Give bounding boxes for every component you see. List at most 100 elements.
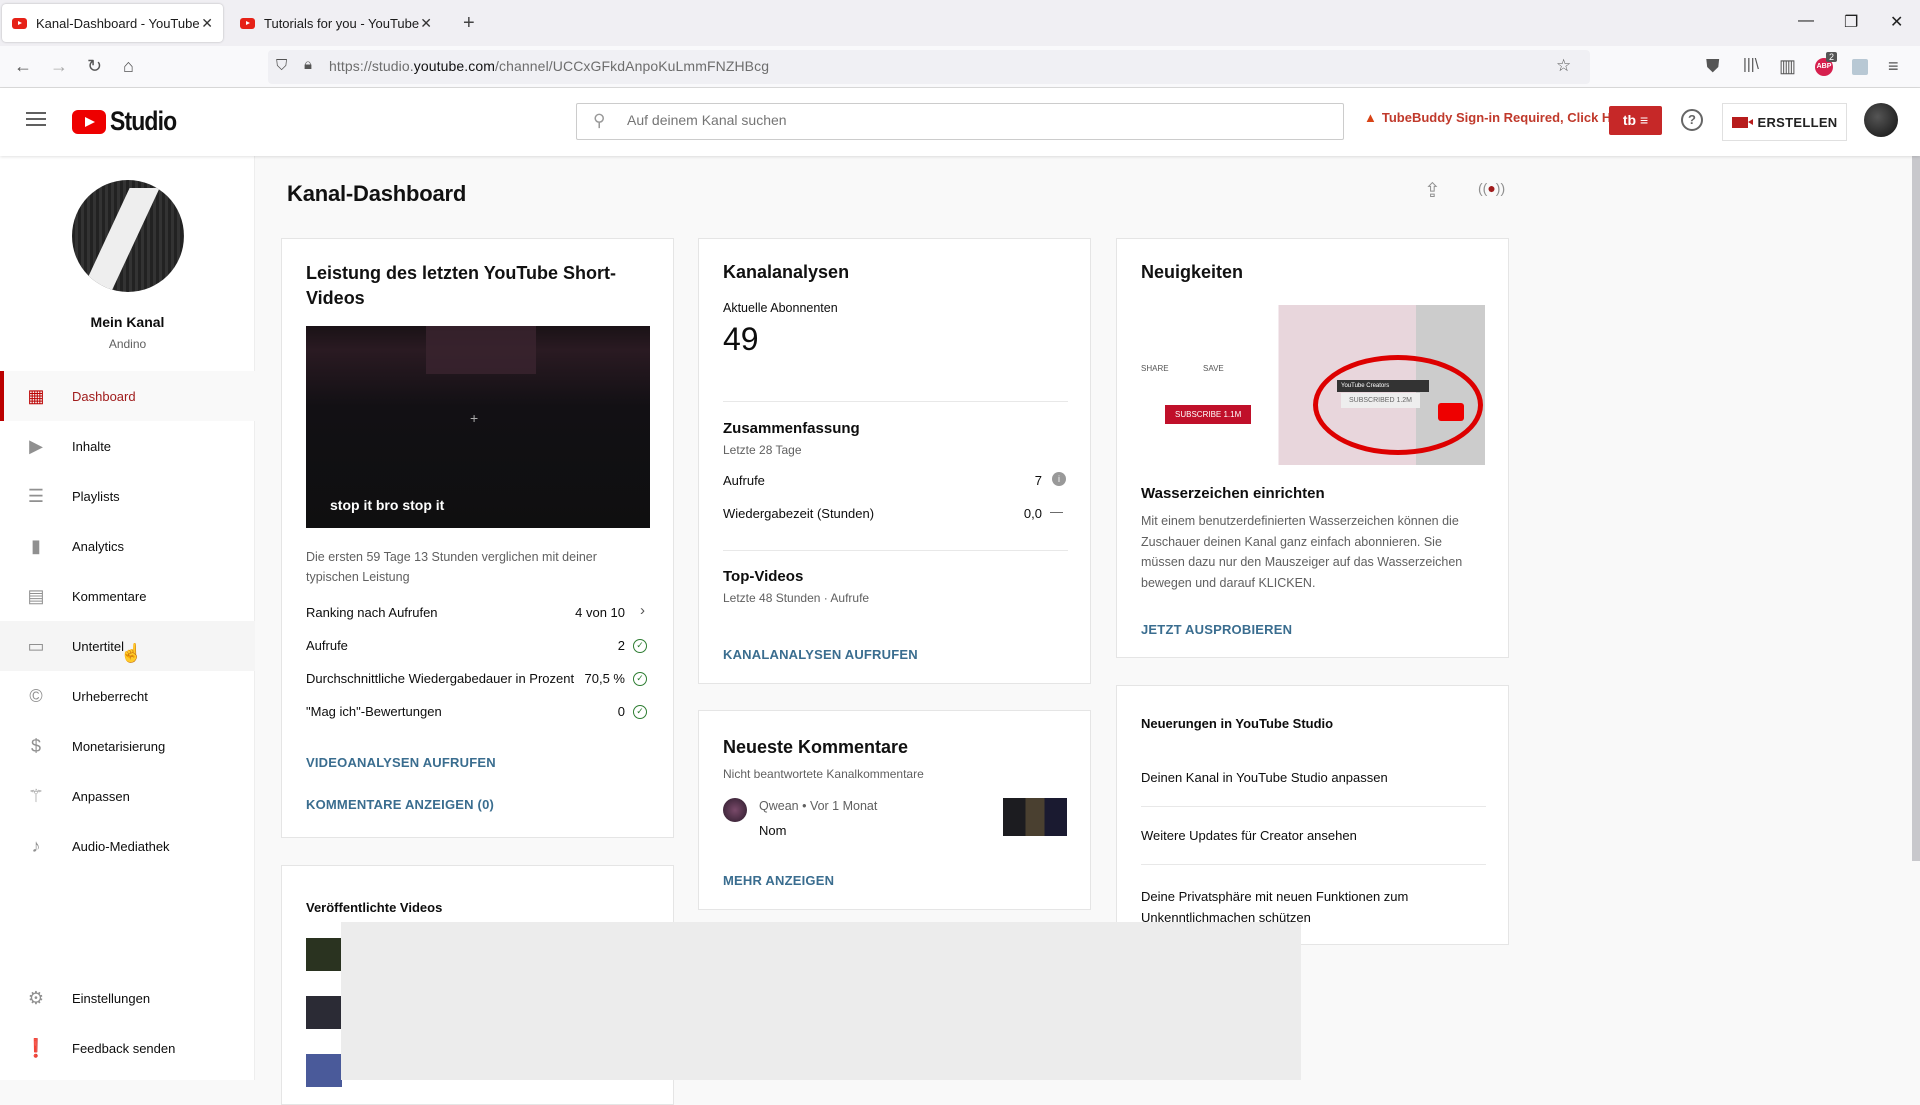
sidebar-item-feedback[interactable]: ❗ Feedback senden — [0, 1023, 255, 1073]
commenter-avatar[interactable] — [723, 798, 747, 822]
sidebar-icon[interactable]: ▥ — [1779, 56, 1796, 77]
account-avatar[interactable] — [1864, 103, 1898, 137]
top-videos-period: Letzte 48 Stunden · Aufrufe — [723, 591, 870, 605]
close-window-icon[interactable]: ✕ — [1890, 12, 1903, 32]
check-circle-icon: ✓ — [633, 672, 647, 686]
sidebar-item-einstellungen[interactable]: ⚙ Einstellungen — [0, 973, 255, 1023]
hamburger-menu-icon[interactable] — [26, 112, 46, 126]
sidebar-item-monetarisierung[interactable]: $ Monetarisierung — [0, 721, 255, 771]
upload-icon[interactable]: ⇪ — [1424, 178, 1441, 203]
comment-meta: Qwean • Vor 1 Monat — [759, 799, 878, 813]
create-button[interactable]: ERSTELLEN — [1722, 103, 1847, 141]
help-icon[interactable]: ? — [1681, 109, 1703, 131]
video-thumbnail[interactable] — [306, 996, 342, 1029]
sidebar-item-audio-mediathek[interactable]: ♪ Audio-Mediathek — [0, 821, 255, 871]
comment-time: Vor 1 Monat — [809, 799, 878, 813]
page-scrollbar[interactable] — [1912, 156, 1920, 861]
new-tab-icon[interactable]: + — [463, 12, 475, 35]
close-tab-icon[interactable]: ✕ — [420, 15, 432, 32]
forward-icon[interactable]: → — [50, 56, 68, 77]
sidebar-item-label: Untertitel — [72, 638, 125, 654]
news-body: Mit einem benutzerdefinierten Wasserzeic… — [1141, 514, 1463, 590]
sidebar-item-label: Playlists — [72, 488, 120, 504]
card-title: Neueste Kommentare — [723, 737, 909, 757]
video-thumbnail[interactable] — [306, 1054, 342, 1087]
metric-label: Aufrufe — [306, 638, 348, 653]
tab-kanal-dashboard[interactable]: Kanal-Dashboard - YouTube Stu ✕ — [2, 4, 223, 42]
sidebar: Mein Kanal Andino ▦ Dashboard ▶ Inhalte … — [0, 156, 255, 1080]
create-label: ERSTELLEN — [1757, 114, 1838, 130]
divider — [1141, 864, 1486, 865]
image-label: SHARE — [1141, 364, 1169, 373]
tab-title: Tutorials for you - YouTube — [264, 15, 420, 31]
extension-icon[interactable] — [1852, 59, 1868, 75]
sidebar-item-kommentare[interactable]: ▤ Kommentare — [0, 571, 255, 621]
info-icon[interactable]: i — [1052, 472, 1066, 486]
bookmark-star-icon[interactable]: ☆ — [1556, 56, 1571, 76]
sidebar-item-analytics[interactable]: ▮ Analytics — [0, 521, 255, 571]
sidebar-item-playlists[interactable]: ☰ Playlists — [0, 471, 255, 521]
sidebar-item-anpassen[interactable]: ⚚ Anpassen — [0, 771, 255, 821]
comment-text: Nom — [759, 823, 787, 838]
url-text: https://studio.youtube.com/channel/UCCxG… — [329, 58, 770, 74]
view-comments-link[interactable]: KOMMENTARE ANZEIGEN (0) — [306, 797, 494, 812]
sidebar-item-dashboard[interactable]: ▦ Dashboard — [0, 371, 255, 421]
video-camera-icon — [1731, 116, 1753, 128]
lock-icon[interactable]: 🔒︎ — [304, 56, 312, 73]
sidebar-item-label: Feedback senden — [72, 1040, 176, 1056]
shield-icon[interactable]: ⛉ — [276, 57, 287, 74]
video-thumbnail[interactable] — [306, 938, 342, 971]
channel-search[interactable]: ⚲ — [576, 103, 1344, 140]
divider — [723, 401, 1068, 402]
sidebar-item-inhalte[interactable]: ▶ Inhalte — [0, 421, 255, 471]
tubebuddy-notice[interactable]: ▲ TubeBuddy Sign-in Required, Click Here — [1364, 110, 1631, 125]
minimize-icon[interactable]: — — [1798, 12, 1814, 30]
magic-wand-icon: ⚚ — [27, 785, 45, 806]
studio-header: Studio ⚲ ▲ TubeBuddy Sign-in Required, C… — [0, 88, 1920, 156]
go-live-icon[interactable]: ((●)) — [1478, 180, 1505, 196]
pocket-icon[interactable]: ⛊ — [1706, 56, 1720, 77]
sidebar-item-label: Audio-Mediathek — [72, 838, 170, 854]
adblock-badge: 2 — [1826, 52, 1838, 62]
mouse-cursor-icon: ☝ — [120, 643, 143, 663]
address-bar[interactable]: ⛉ 🔒︎ https://studio.youtube.com/channel/… — [268, 50, 1590, 84]
news-headline: Wasserzeichen einrichten — [1141, 485, 1325, 502]
sidebar-item-urheberrecht[interactable]: © Urheberrecht — [0, 671, 255, 721]
home-icon[interactable]: ⌂ — [123, 56, 134, 77]
chevron-right-icon[interactable]: › — [640, 602, 645, 619]
tab-tutorials[interactable]: Tutorials for you - YouTube ✕ — [230, 4, 442, 42]
back-icon[interactable]: ← — [14, 56, 32, 77]
show-more-link[interactable]: MEHR ANZEIGEN — [723, 873, 834, 888]
library-icon[interactable]: |||\ — [1743, 56, 1759, 73]
sidebar-item-label: Dashboard — [72, 388, 136, 404]
subscribers-label: Aktuelle Abonnenten — [723, 301, 838, 315]
latest-comments-card: Neueste Kommentare Nicht beantwortete Ka… — [698, 710, 1091, 910]
card-subtitle: Nicht beantwortete Kanalkommentare — [723, 767, 924, 781]
channel-analytics-link[interactable]: KANALANALYSEN AUFRUFEN — [723, 647, 918, 662]
restore-icon[interactable]: ❐ — [1844, 12, 1858, 32]
sidebar-item-label: Monetarisierung — [72, 738, 166, 754]
update-link[interactable]: Deinen Kanal in YouTube Studio anpassen — [1141, 770, 1388, 785]
tubebuddy-button[interactable]: tb ≡ — [1609, 106, 1662, 135]
channel-handle: Andino — [108, 337, 147, 351]
news-card: Neuigkeiten SHARE SAVE SUBSCRIBE 1.1M Yo… — [1116, 238, 1509, 658]
news-image[interactable]: SHARE SAVE SUBSCRIBE 1.1M YouTube Creato… — [1141, 305, 1485, 465]
reload-icon[interactable]: ↻ — [87, 56, 102, 77]
sidebar-item-untertitel[interactable]: ▭ Untertitel ☝ — [0, 621, 255, 671]
update-link[interactable]: Weitere Updates für Creator ansehen — [1141, 828, 1357, 843]
comment-video-thumbnail[interactable] — [1003, 798, 1067, 836]
browser-menu-icon[interactable]: ≡ — [1888, 56, 1899, 77]
channel-avatar[interactable] — [72, 180, 184, 292]
video-analytics-link[interactable]: VIDEOANALYSEN AUFRUFEN — [306, 755, 496, 770]
short-thumbnail[interactable]: + stop it bro stop it — [306, 326, 650, 528]
channel-name: Mein Kanal — [90, 314, 165, 330]
close-tab-icon[interactable]: ✕ — [201, 15, 213, 32]
comment-author[interactable]: Qwean — [759, 799, 799, 813]
metric-value: 70,5 % — [584, 671, 625, 686]
youtube-studio-logo[interactable]: Studio — [72, 106, 188, 137]
browser-tab-bar: Kanal-Dashboard - YouTube Stu ✕ Tutorial… — [0, 0, 1920, 46]
search-input[interactable] — [627, 112, 1307, 128]
short-performance-card: Leistung des letzten YouTube Short-Video… — [281, 238, 674, 838]
dollar-icon: $ — [30, 735, 41, 756]
try-now-link[interactable]: JETZT AUSPROBIEREN — [1141, 622, 1292, 637]
